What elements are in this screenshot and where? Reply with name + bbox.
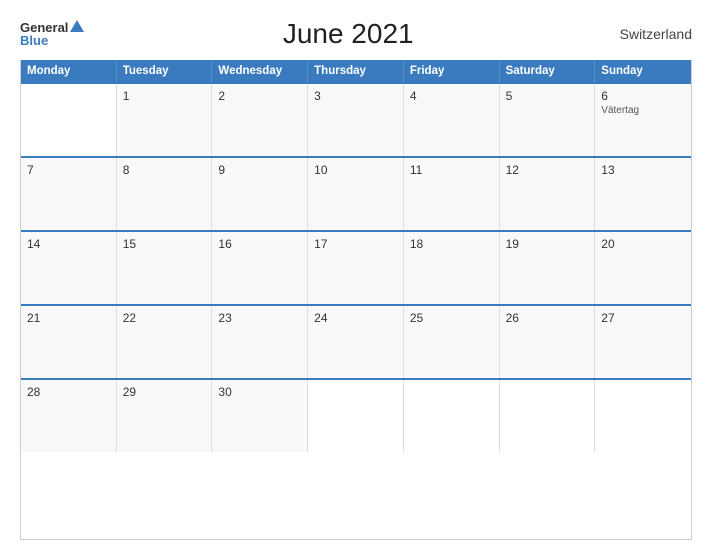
calendar-cell: 10 — [308, 158, 404, 230]
day-number: 20 — [601, 237, 685, 251]
day-number: 10 — [314, 163, 397, 177]
day-number: 8 — [123, 163, 206, 177]
calendar-cell: 6 Vätertag — [595, 84, 691, 156]
calendar-cell: 15 — [117, 232, 213, 304]
day-number: 12 — [506, 163, 589, 177]
calendar-cell — [404, 380, 500, 452]
calendar-cell — [308, 380, 404, 452]
calendar-cell — [500, 380, 596, 452]
day-number: 5 — [506, 89, 589, 103]
day-event: Vätertag — [601, 105, 685, 116]
day-number: 17 — [314, 237, 397, 251]
calendar-cell: 21 — [21, 306, 117, 378]
day-number: 14 — [27, 237, 110, 251]
day-number: 27 — [601, 311, 685, 325]
calendar-cell: 12 — [500, 158, 596, 230]
calendar-cell: 14 — [21, 232, 117, 304]
day-number: 28 — [27, 385, 110, 399]
calendar-header-row: Monday Tuesday Wednesday Thursday Friday… — [21, 60, 691, 82]
country-label: Switzerland — [612, 26, 692, 42]
calendar-cell: 11 — [404, 158, 500, 230]
day-number: 9 — [218, 163, 301, 177]
day-number: 26 — [506, 311, 589, 325]
calendar-cell: 8 — [117, 158, 213, 230]
logo-triangle-icon — [70, 20, 84, 32]
calendar-cell: 22 — [117, 306, 213, 378]
calendar-cell: 9 — [212, 158, 308, 230]
calendar-week-4: 21 22 23 24 25 26 27 — [21, 304, 691, 378]
header: General Blue June 2021 Switzerland — [20, 18, 692, 50]
calendar-cell: 20 — [595, 232, 691, 304]
calendar-week-3: 14 15 16 17 18 19 20 — [21, 230, 691, 304]
day-number: 7 — [27, 163, 110, 177]
day-number: 16 — [218, 237, 301, 251]
calendar-cell — [21, 84, 117, 156]
header-saturday: Saturday — [500, 60, 596, 82]
day-number: 24 — [314, 311, 397, 325]
header-wednesday: Wednesday — [212, 60, 308, 82]
header-monday: Monday — [21, 60, 117, 82]
day-number: 6 — [601, 89, 685, 103]
day-number: 19 — [506, 237, 589, 251]
calendar-cell: 17 — [308, 232, 404, 304]
day-number: 1 — [123, 89, 206, 103]
day-number: 15 — [123, 237, 206, 251]
day-number: 29 — [123, 385, 206, 399]
calendar-cell: 26 — [500, 306, 596, 378]
calendar-week-2: 789 10 11 12 13 — [21, 156, 691, 230]
header-tuesday: Tuesday — [117, 60, 213, 82]
calendar-cell — [595, 380, 691, 452]
day-number: 3 — [314, 89, 397, 103]
calendar-body: 123456Vätertag78910111213141516171819202… — [21, 82, 691, 452]
day-number: 21 — [27, 311, 110, 325]
header-thursday: Thursday — [308, 60, 404, 82]
day-number: 2 — [218, 89, 301, 103]
calendar-title: June 2021 — [84, 18, 612, 50]
calendar-cell: 5 — [500, 84, 596, 156]
logo: General Blue — [20, 21, 84, 47]
calendar-page: General Blue June 2021 Switzerland Monda… — [0, 0, 712, 550]
day-number: 30 — [218, 385, 301, 399]
day-number: 23 — [218, 311, 301, 325]
calendar: Monday Tuesday Wednesday Thursday Friday… — [20, 60, 692, 540]
calendar-cell: 23 — [212, 306, 308, 378]
header-sunday: Sunday — [595, 60, 691, 82]
calendar-cell: 24 — [308, 306, 404, 378]
calendar-cell: 27 — [595, 306, 691, 378]
logo-blue-text: Blue — [20, 34, 48, 47]
calendar-cell: 7 — [21, 158, 117, 230]
calendar-cell: 16 — [212, 232, 308, 304]
header-friday: Friday — [404, 60, 500, 82]
calendar-cell: 4 — [404, 84, 500, 156]
day-number: 11 — [410, 163, 493, 177]
calendar-cell: 1 — [117, 84, 213, 156]
day-number: 25 — [410, 311, 493, 325]
calendar-cell: 28 — [21, 380, 117, 452]
calendar-cell: 30 — [212, 380, 308, 452]
day-number: 22 — [123, 311, 206, 325]
day-number: 13 — [601, 163, 685, 177]
calendar-cell: 3 — [308, 84, 404, 156]
calendar-week-5: 28 29 30 — [21, 378, 691, 452]
calendar-cell: 29 — [117, 380, 213, 452]
calendar-cell: 25 — [404, 306, 500, 378]
day-number: 18 — [410, 237, 493, 251]
calendar-cell: 19 — [500, 232, 596, 304]
calendar-cell: 18 — [404, 232, 500, 304]
calendar-cell: 13 — [595, 158, 691, 230]
calendar-week-1: 123456 Vätertag — [21, 82, 691, 156]
day-number: 4 — [410, 89, 493, 103]
calendar-cell: 2 — [212, 84, 308, 156]
